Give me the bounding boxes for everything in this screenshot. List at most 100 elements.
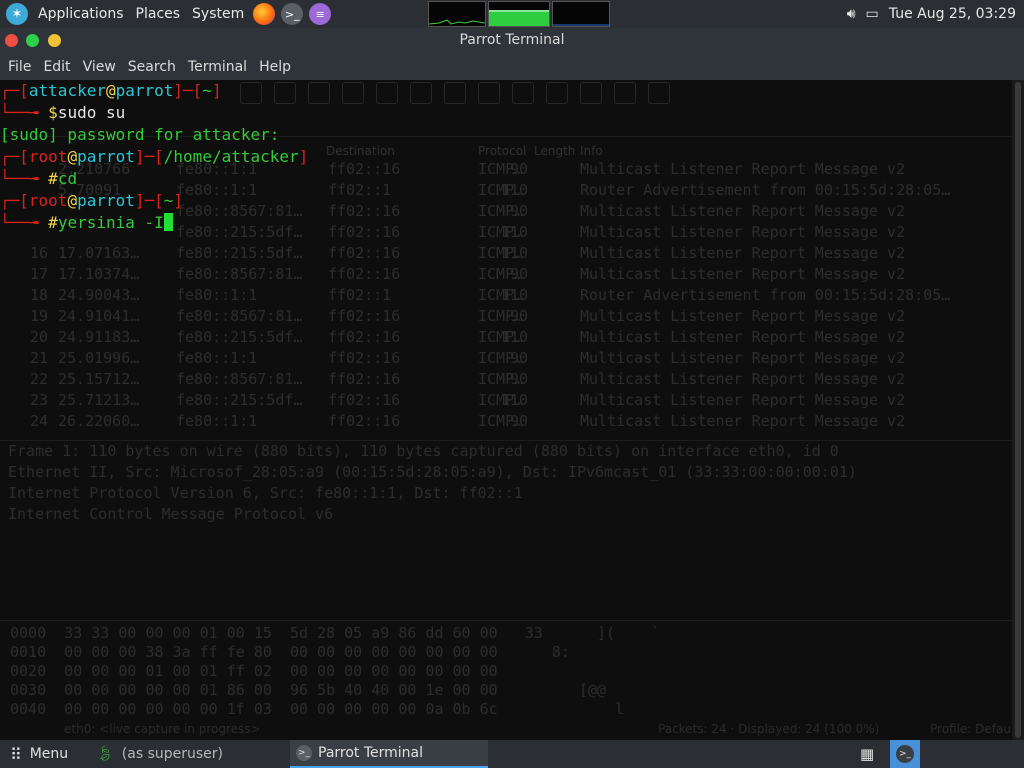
scrollbar-thumb[interactable]	[1015, 82, 1021, 738]
ghost-cell-dst: ff02::1	[328, 286, 392, 304]
ghost-hex-line: 0030 00 00 00 00 00 01 86 00 96 5b 40 40…	[10, 681, 607, 699]
ghost-cell-len: 90	[509, 307, 528, 325]
taskbar-item-parrot-terminal[interactable]: >_ Parrot Terminal	[290, 740, 488, 768]
network-graph-icon	[553, 24, 609, 26]
ghost-cell-len: 110	[500, 391, 528, 409]
clock[interactable]: Tue Aug 25, 03:29	[889, 6, 1016, 22]
ghost-cell-src: fe80::215:5df…	[176, 391, 303, 409]
parrot-logo-icon[interactable]: ✶	[6, 3, 28, 25]
ghost-cell-info: Multicast Listener Report Message v2	[580, 391, 906, 409]
cpu-monitor-graph[interactable]	[428, 1, 486, 27]
terminal-scrollbar[interactable]	[1012, 80, 1024, 740]
top-panel: ✶ Applications Places System >_ ≡ 🔊︎ ▭ T…	[0, 0, 1024, 28]
display-icon[interactable]: ▭	[866, 6, 879, 22]
ghost-cell-len: 110	[500, 223, 528, 241]
ghost-cell-info: Multicast Listener Report Message v2	[580, 244, 906, 262]
ghost-cell-len: 90	[509, 202, 528, 220]
places-menu[interactable]: Places	[130, 0, 187, 28]
ghost-cell-no: 19	[29, 307, 48, 325]
ghost-cell-info: Multicast Listener Report Message v2	[580, 202, 906, 220]
ghost-cell-src: fe80::1:1	[176, 181, 258, 199]
goto-icon	[376, 82, 398, 104]
prompt-line-2: ┌─[root@parrot]─[/home/attacker]	[0, 147, 309, 166]
ghost-cell-info: Multicast Listener Report Message v2	[580, 265, 906, 283]
tray-app-icon[interactable]: ▦	[860, 740, 884, 768]
top-icon	[410, 82, 432, 104]
terminal-task-icon: >_	[296, 745, 312, 761]
ghost-cell-no: 21	[29, 349, 48, 367]
firefox-launcher-icon[interactable]	[253, 3, 276, 25]
ghost-cell-info: Router Advertisement from 00:15:5d:28:05…	[580, 181, 951, 199]
taskbar-item-superuser[interactable]: 🍃︎ (as superuser)	[92, 740, 288, 768]
ghost-packet-row: 24 26.22060… fe80::1:1 ff02::16 ICMP… 90 Multi…	[0, 412, 1012, 433]
tray-terminal-icon[interactable]: >_	[890, 740, 920, 768]
ghost-detail-line: Ethernet II, Src: Microsof_28:05:a9 (00:…	[8, 463, 857, 481]
zoom-out-icon	[580, 82, 602, 104]
menu-view[interactable]: View	[77, 59, 122, 75]
ghost-cell-len: 110	[500, 181, 528, 199]
back-icon	[308, 82, 330, 104]
ghost-cell-info: Multicast Listener Report Message v2	[580, 349, 906, 367]
ghost-cell-info: Multicast Listener Report Message v2	[580, 328, 906, 346]
ghost-hex-line: 0040 00 00 00 00 00 00 1f 03 00 00 00 00…	[10, 700, 625, 718]
col-protocol: Protocol	[478, 144, 527, 158]
ghost-cell-len: 110	[500, 286, 528, 304]
ghost-cell-src: fe80::215:5df…	[176, 328, 303, 346]
ghost-packet-row: 18 24.90043… fe80::1:1 ff02::1 ICMP… 110 Route…	[0, 286, 1012, 307]
menu-search[interactable]: Search	[122, 59, 182, 75]
find-icon	[274, 82, 296, 104]
ghost-status-mid: Packets: 24 · Displayed: 24 (100.0%)	[658, 722, 880, 736]
prompt-line-3: ┌─[root@parrot]─[~]	[0, 191, 184, 210]
terminal-launcher-icon[interactable]: >_	[281, 3, 304, 25]
colorize-icon	[478, 82, 500, 104]
ghost-cell-src: fe80::1:1	[176, 412, 258, 430]
menu-edit[interactable]: Edit	[37, 59, 76, 75]
text-editor-launcher-icon[interactable]: ≡	[309, 3, 332, 25]
volume-icon[interactable]: 🔊︎	[847, 6, 856, 22]
memory-monitor-graph[interactable]	[488, 1, 550, 27]
menu-label: Menu	[29, 746, 69, 762]
menu-file[interactable]: File	[2, 59, 37, 75]
terminal-area[interactable]: Destination Protocol Length Info 2.21076…	[0, 80, 1012, 740]
ghost-cell-len: 90	[509, 160, 528, 178]
text-cursor	[163, 213, 173, 231]
ghost-detail-line: Internet Control Message Protocol v6	[8, 505, 334, 523]
menu-terminal[interactable]: Terminal	[182, 59, 253, 75]
system-menu[interactable]: System	[186, 0, 250, 28]
ghost-cell-len: 90	[509, 412, 528, 430]
ghost-cell-len: 110	[500, 244, 528, 262]
menubar: File Edit View Search Terminal Help	[0, 54, 1024, 80]
network-monitor-graph[interactable]	[552, 1, 610, 27]
window-titlebar[interactable]: Parrot Terminal	[0, 28, 1024, 54]
ghost-hex-line: 0020 00 00 00 01 00 01 ff 02 00 00 00 00…	[10, 662, 498, 680]
bottom-icon	[444, 82, 466, 104]
ghost-packet-row: 22 25.15712… fe80::8567:81… ff02::16 ICMP… 90…	[0, 370, 1012, 391]
ghost-cell-time: 25.71213…	[58, 391, 140, 409]
ghost-cell-info: Multicast Listener Report Message v2	[580, 307, 906, 325]
ghost-cell-dst: ff02::16	[328, 349, 401, 367]
ghost-packet-row: 23 25.71213… fe80::215:5df… ff02::16 ICMP… 11…	[0, 391, 1012, 412]
ghost-cell-dst: ff02::1	[328, 181, 392, 199]
ghost-cell-time: 26.22060…	[58, 412, 140, 430]
ghost-cell-src: fe80::8567:81…	[176, 202, 303, 220]
reload-icon	[240, 82, 262, 104]
ghost-status-left: eth0: <live capture in progress>	[64, 722, 261, 736]
ghost-cell-dst: ff02::16	[328, 265, 401, 283]
taskbar-item-superuser-label: (as superuser)	[121, 746, 223, 762]
ghost-cell-time: 25.01996…	[58, 349, 140, 367]
ghost-cell-time: 24.91041…	[58, 307, 140, 325]
applications-menu[interactable]: Applications	[32, 0, 130, 28]
ghost-cell-dst: ff02::16	[328, 244, 401, 262]
col-info: Info	[580, 144, 603, 158]
prompt-line-1: ┌─[attacker@parrot]─[~]	[0, 81, 222, 100]
command-line-2: └──╼ #cd	[0, 169, 78, 188]
menu-help[interactable]: Help	[253, 59, 297, 75]
col-destination: Destination	[326, 144, 395, 158]
ghost-cell-dst: ff02::16	[328, 307, 401, 325]
ghost-packet-row: 16 17.07163… fe80::215:5df… ff02::16 ICMP… 11…	[0, 244, 1012, 265]
ghost-hex-line: 0000 33 33 00 00 00 01 00 15 5d 28 05 a9…	[10, 624, 661, 642]
ghost-cell-len: 90	[509, 349, 528, 367]
ghost-cell-no: 16	[29, 244, 48, 262]
menu-button[interactable]: ⠿ Menu	[10, 740, 68, 768]
zoom-in-icon	[546, 82, 568, 104]
